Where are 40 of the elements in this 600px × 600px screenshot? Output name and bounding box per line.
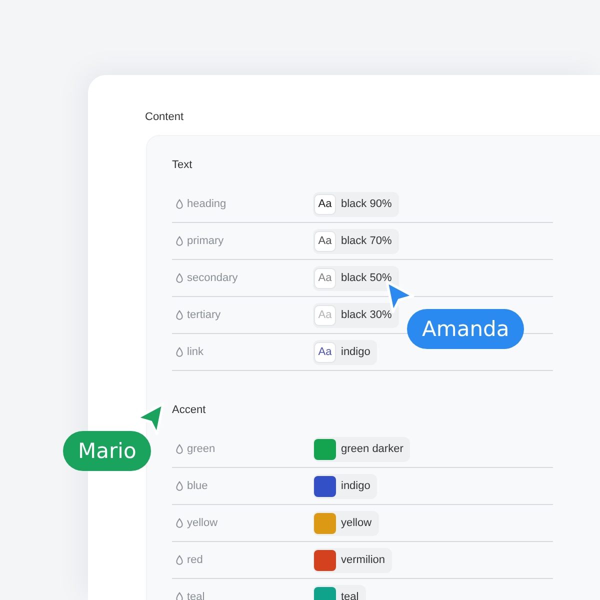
name-tag: Mario	[63, 431, 152, 471]
token-name: heading	[187, 197, 226, 211]
drop-icon	[176, 236, 183, 246]
drop-icon	[176, 592, 183, 600]
token-name: link	[187, 345, 204, 359]
token-name: blue	[187, 479, 208, 493]
name-tag: Amanda	[407, 309, 524, 349]
drop-icon	[176, 310, 183, 320]
value-label: black 90%	[341, 197, 392, 211]
drop-icon	[176, 347, 183, 357]
value-label: yellow	[341, 516, 372, 530]
value-label: black 30%	[341, 308, 392, 322]
token-name: green	[187, 442, 216, 456]
value-label: black 50%	[341, 271, 392, 285]
token-name: primary	[187, 234, 224, 248]
type-sample: Aa	[314, 268, 336, 288]
value-label: black 70%	[341, 234, 392, 248]
value-label: indigo	[341, 479, 370, 493]
value-label: indigo	[341, 345, 370, 359]
type-sample: Aa	[314, 230, 336, 252]
type-sample: Aa	[314, 342, 336, 362]
section-title: Content	[145, 110, 184, 125]
drop-icon	[176, 481, 183, 491]
drop-icon	[176, 199, 183, 209]
token-name: red	[187, 553, 203, 567]
drop-icon	[176, 273, 183, 283]
token-name: secondary	[187, 271, 238, 285]
group-title: Accent	[172, 403, 206, 417]
token-name: teal	[187, 590, 205, 600]
drop-icon	[176, 444, 183, 454]
group-title: Text	[172, 158, 192, 172]
token-name: yellow	[187, 516, 218, 530]
drop-icon	[176, 555, 183, 565]
value-label: vermilion	[341, 553, 386, 567]
drop-icon	[176, 518, 183, 528]
token-name: tertiary	[187, 308, 221, 322]
value-label: teal	[341, 590, 359, 600]
value-label: green darker	[341, 442, 404, 456]
type-sample: Aa	[314, 304, 336, 326]
type-sample: Aa	[314, 194, 336, 214]
